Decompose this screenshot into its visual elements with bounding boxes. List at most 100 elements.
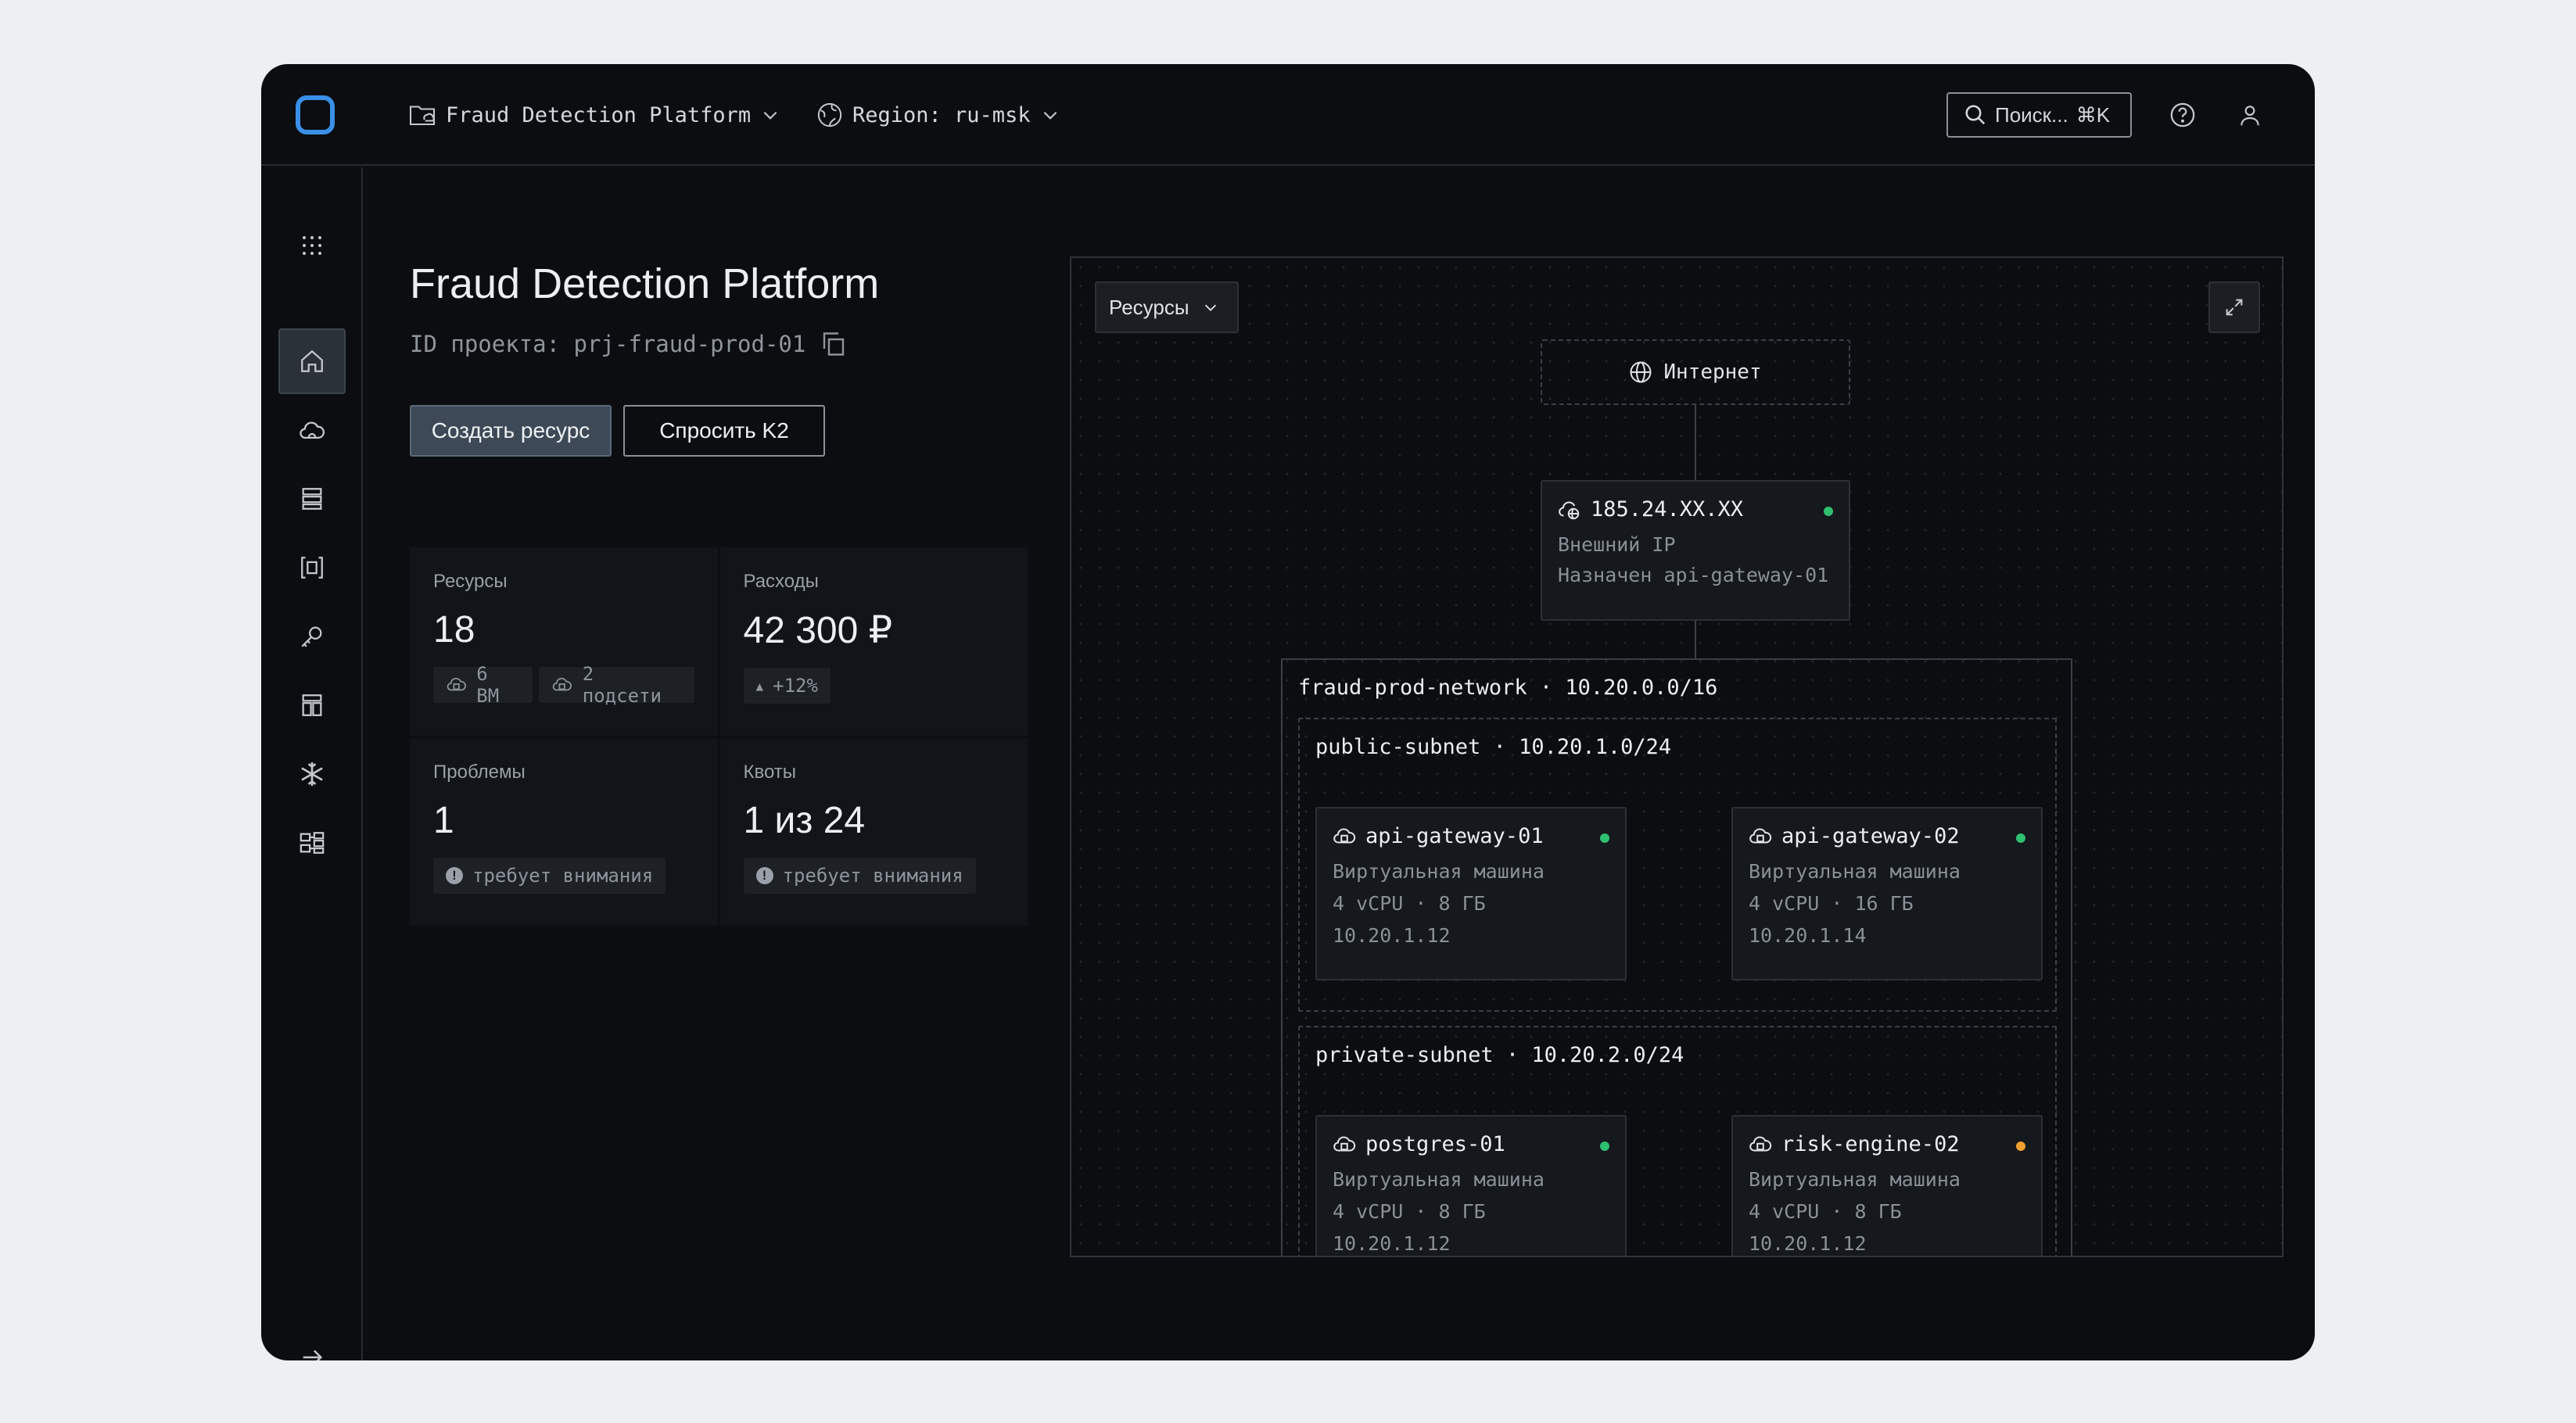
project-name: Fraud Detection Platform [446, 102, 752, 127]
app-logo[interactable] [296, 95, 335, 134]
sidebar-item-snowflake[interactable] [278, 741, 346, 807]
stats-grid: Ресурсы 18 6 ВМ 2 подсети Расходы 42 300… [410, 547, 1028, 926]
help-button[interactable] [2163, 95, 2202, 134]
sidebar-item-keys[interactable] [278, 604, 346, 669]
node-assigned: Назначен api-gateway-01 [1558, 564, 1829, 586]
stat-value: 1 [433, 799, 454, 841]
chevron-down-icon [1043, 111, 1057, 120]
snowflake-icon [301, 762, 323, 786]
search-input[interactable]: Поиск... ⌘K [1946, 92, 2132, 138]
top-bar: Fraud Detection Platform Region: ru-msk … [261, 64, 2315, 166]
chip-text: требует внимания [472, 864, 654, 887]
project-id-row: ID проекта: prj-fraud-prod-01 [410, 330, 848, 358]
sidebar-item-network[interactable] [278, 810, 346, 876]
sidebar-item-home[interactable] [278, 328, 346, 394]
stat-value: 18 [433, 609, 475, 651]
cloud-server-icon [447, 677, 466, 691]
dropdown-label: Ресурсы [1109, 295, 1189, 319]
arrow-right-icon [303, 1350, 323, 1360]
sidebar-item-storage[interactable] [278, 466, 346, 532]
stat-value: 1 из 24 [743, 799, 866, 841]
internet-node[interactable]: Интернет [1541, 339, 1850, 405]
folder-cloud-icon [409, 106, 436, 126]
internet-label: Интернет [1663, 360, 1762, 384]
stat-label: Расходы [743, 571, 819, 592]
container-icon [301, 557, 323, 579]
region-selector[interactable]: Region: ru-msk [816, 64, 1060, 166]
cloud-server-icon [553, 677, 572, 691]
warning-icon: ! [446, 866, 463, 884]
cloud-icon [300, 421, 325, 439]
cloud-server-icon [1749, 1135, 1772, 1151]
page-title: Fraud Detection Platform [410, 260, 880, 307]
region-label: Region: ru-msk [852, 102, 1031, 127]
status-dot [2016, 833, 2025, 843]
project-selector[interactable]: Fraud Detection Platform [408, 64, 780, 166]
private-subnet-label: private-subnet · 10.20.2.0/24 [1315, 1043, 1684, 1067]
status-dot [1600, 833, 1609, 843]
private-subnet-group: private-subnet · 10.20.2.0/24 postgres-0… [1298, 1026, 2057, 1256]
node-ip: 10.20.1.12 [1333, 924, 1451, 947]
resources-dropdown[interactable]: Ресурсы [1095, 281, 1239, 333]
external-ip-node[interactable]: 185.24.XX.XX Внешний IP Назначен api-gat… [1541, 480, 1850, 621]
node-name: api-gateway-01 [1365, 824, 1544, 848]
copy-icon[interactable] [820, 330, 848, 358]
sidebar-item-layout[interactable] [278, 672, 346, 738]
node-ip: 10.20.1.14 [1749, 924, 1867, 947]
status-dot [1600, 1142, 1609, 1151]
vm-node-api-gateway-01[interactable]: api-gateway-01 Виртуальная машина 4 vCPU… [1315, 807, 1627, 980]
project-id: ID проекта: prj-fraud-prod-01 [410, 331, 806, 357]
topology-diagram[interactable]: Ресурсы Интернет 185.24.XX.XX Внешний IP… [1070, 256, 2284, 1257]
expand-button[interactable] [2208, 281, 2260, 333]
node-type: Виртуальная машина [1333, 1168, 1545, 1191]
chip-text: +12% [773, 675, 818, 697]
user-button[interactable] [2230, 95, 2269, 134]
chevron-down-icon [763, 111, 777, 120]
node-type: Виртуальная машина [1749, 860, 1961, 883]
vm-node-postgres-01[interactable]: postgres-01 Виртуальная машина 4 vCPU · … [1315, 1115, 1627, 1256]
public-subnet-group: public-subnet · 10.20.1.0/24 api-gateway… [1298, 718, 2057, 1012]
node-spec: 4 vCPU · 8 ГБ [1333, 1200, 1486, 1223]
sidebar-item-containers[interactable] [278, 535, 346, 600]
user-icon [2241, 106, 2259, 126]
stat-card-problems: Проблемы 1 ! требует внимания [410, 737, 718, 926]
sidebar-item-cloud[interactable] [278, 397, 346, 463]
node-name: risk-engine-02 [1781, 1132, 1960, 1156]
search-icon [1965, 105, 1986, 125]
globe-icon [817, 102, 842, 127]
stat-card-resources: Ресурсы 18 6 ВМ 2 подсети [410, 547, 718, 736]
attention-chip: ! требует внимания [433, 857, 666, 894]
help-icon [2170, 102, 2195, 127]
ask-k2-button[interactable]: Спросить K2 [623, 405, 825, 457]
node-type: Виртуальная машина [1333, 860, 1545, 883]
network-group: fraud-prod-network · 10.20.0.0/16 public… [1281, 658, 2072, 1256]
stat-label: Квоты [743, 761, 797, 783]
status-dot [1824, 507, 1833, 516]
node-spec: 4 vCPU · 16 ГБ [1749, 892, 1914, 915]
public-subnet-label: public-subnet · 10.20.1.0/24 [1315, 735, 1672, 759]
chip-text: требует внимания [782, 864, 963, 887]
stat-card-costs: Расходы 42 300 ₽ ▲ +12% [719, 547, 1028, 736]
stat-label: Проблемы [433, 761, 526, 783]
sidebar-collapse-button[interactable] [278, 1324, 346, 1360]
search-shortcut: ⌘K [2076, 102, 2111, 127]
trend-chip: ▲ +12% [743, 668, 831, 704]
stat-label: Ресурсы [433, 571, 508, 592]
expand-icon [2226, 299, 2243, 316]
sidebar-item-apps[interactable] [278, 213, 346, 278]
cloud-server-icon [1749, 827, 1772, 843]
vm-node-api-gateway-02[interactable]: api-gateway-02 Виртуальная машина 4 vCPU… [1731, 807, 2043, 980]
chevron-down-icon [1204, 304, 1216, 311]
app-window: Fraud Detection Platform Region: ru-msk … [261, 64, 2315, 1360]
vm-node-risk-engine-02[interactable]: risk-engine-02 Виртуальная машина 4 vCPU… [1731, 1115, 2043, 1256]
network-icon [300, 832, 325, 854]
vm-count-chip: 6 ВМ [433, 663, 533, 707]
cloud-server-icon [1333, 1135, 1356, 1151]
triangle-up-icon: ▲ [755, 678, 764, 694]
ip-address: 185.24.XX.XX [1591, 497, 1744, 522]
connector-line [1695, 405, 1696, 486]
create-resource-button[interactable]: Создать ресурс [410, 405, 612, 457]
search-placeholder: Поиск... [1995, 102, 2068, 127]
chip-text: 2 подсети [582, 663, 662, 707]
stat-value: 42 300 ₽ [743, 610, 893, 651]
